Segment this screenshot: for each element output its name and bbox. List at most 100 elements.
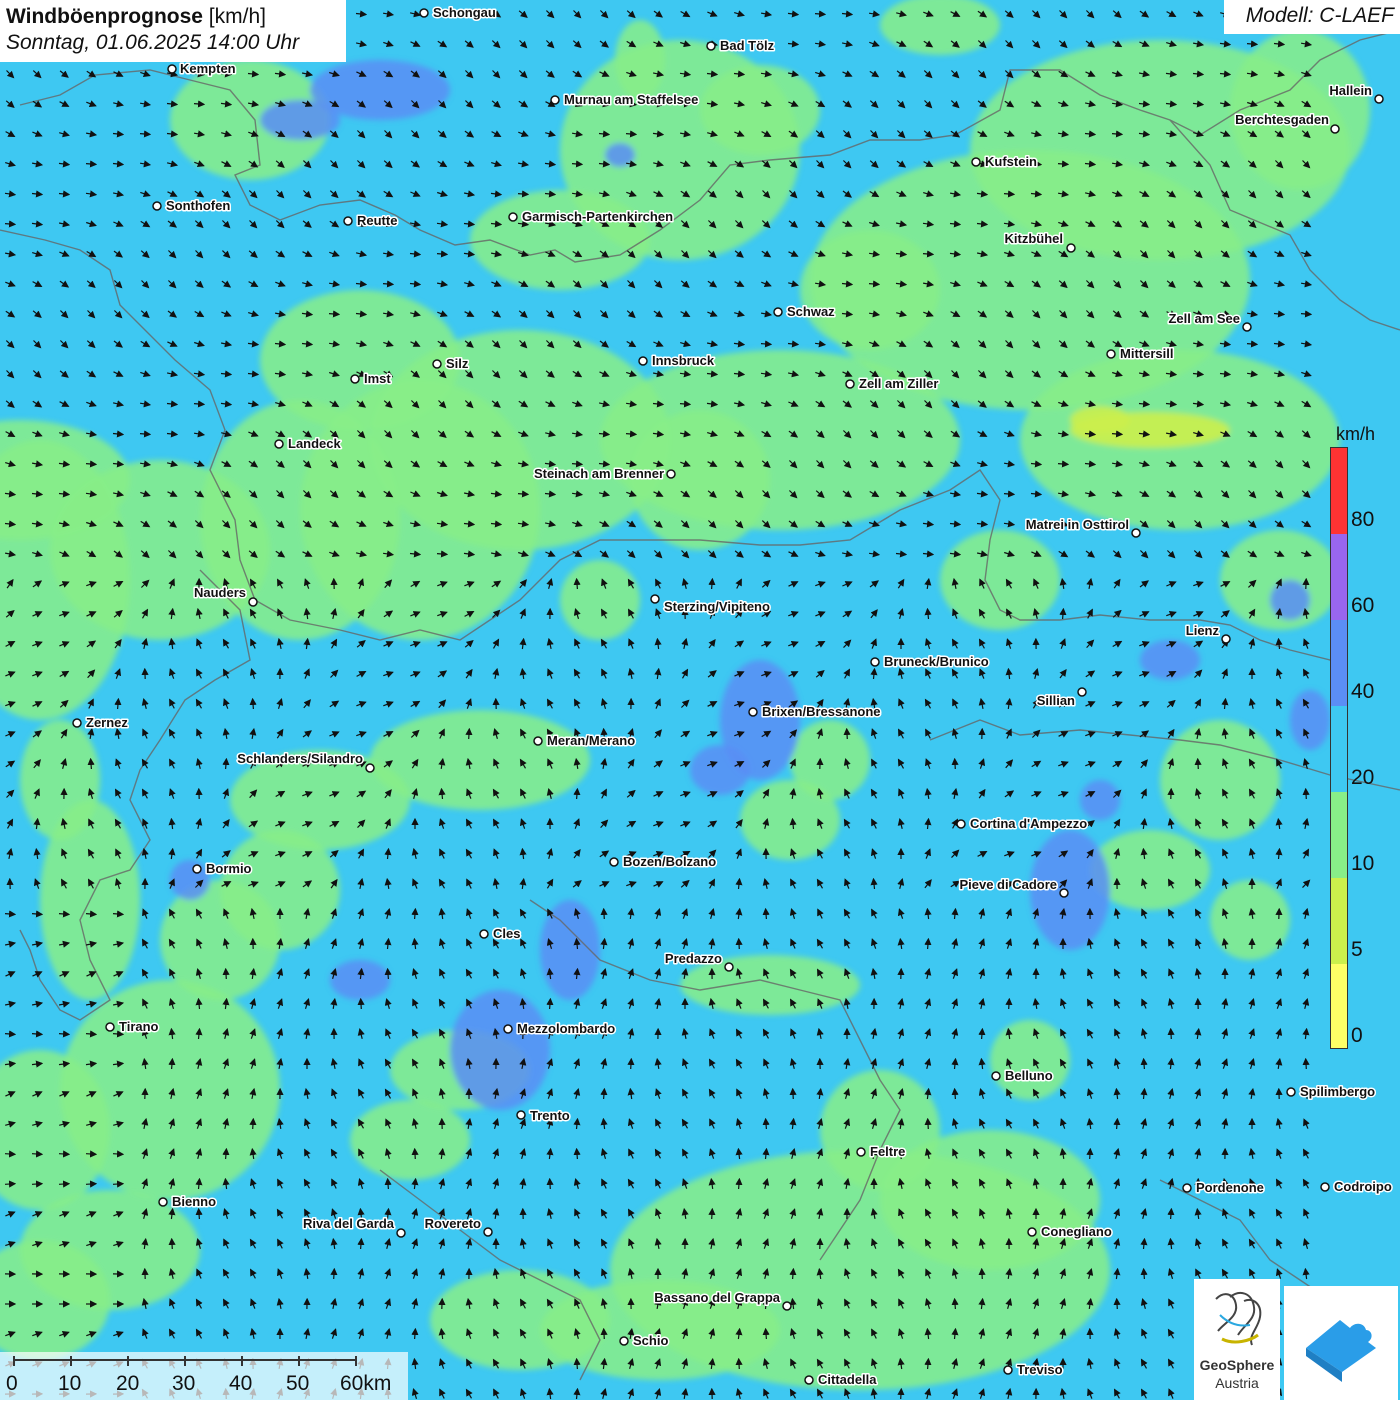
wind-arrow: [5, 224, 15, 225]
city-marker-icon: [480, 930, 488, 938]
wind-arrow: [226, 1149, 227, 1159]
legend-tick: 20: [1351, 766, 1374, 790]
city-bruneck-brunico: Bruneck/Brunico: [871, 654, 989, 669]
city-label: Spilimbergo: [1300, 1084, 1375, 1099]
weather-app-logo[interactable]: [1284, 1286, 1398, 1400]
map-title-unit: [km/h]: [203, 5, 266, 28]
wind-arrow: [604, 1089, 605, 1099]
wind-zone-10-20: [615, 20, 665, 100]
wind-arrow: [32, 1034, 42, 1035]
city-label: Reutte: [357, 213, 397, 228]
city-label: Bienno: [172, 1194, 216, 1209]
wind-arrow: [329, 314, 339, 315]
city-bozen-bolzano: Bozen/Bolzano: [610, 854, 716, 869]
scale-label: 0: [6, 1372, 18, 1396]
wind-arrow: [793, 1269, 794, 1279]
city-label: Schlanders/Silandro: [237, 751, 363, 766]
city-marker-icon: [484, 1228, 492, 1236]
wind-arrow: [194, 404, 204, 405]
wind-arrow: [577, 1149, 578, 1159]
city-marker-icon: [1132, 529, 1140, 537]
wind-arrow: [1058, 164, 1068, 165]
wind-zone-10-20: [820, 1070, 940, 1190]
city-marker-icon: [992, 1072, 1000, 1080]
city-label: Schongau: [433, 5, 496, 20]
wind-arrow: [955, 1089, 956, 1099]
city-marker-icon: [1060, 889, 1068, 897]
city-label: Predazzo: [665, 951, 722, 966]
legend-tick: 80: [1351, 508, 1374, 532]
city-steinach-am-brenner: Steinach am Brenner: [534, 466, 675, 481]
wind-zone-40-60: [1080, 780, 1120, 820]
city-meran-merano: Meran/Merano: [534, 733, 635, 748]
wind-arrow: [59, 914, 69, 915]
city-cortina-d-ampezzo: Cortina d'Ampezzo: [957, 816, 1087, 831]
wind-zone-10-20: [1160, 720, 1280, 840]
city-marker-icon: [433, 360, 441, 368]
city-label: Belluno: [1005, 1068, 1053, 1083]
wind-arrow: [226, 969, 227, 979]
wind-arrow: [194, 104, 204, 105]
wind-arrow: [1301, 314, 1311, 315]
wind-arrow: [361, 1239, 362, 1249]
wind-arrow: [928, 1359, 929, 1369]
legend-seg-60-80: [1331, 534, 1347, 620]
wind-arrow: [626, 134, 636, 135]
wind-arrow: [901, 1389, 902, 1399]
legend-seg-20-40: [1331, 706, 1347, 792]
city-marker-icon: [1067, 244, 1075, 252]
wind-arrow: [1306, 1059, 1307, 1069]
city-label: Hallein: [1329, 83, 1372, 98]
wind-zone-10-20: [350, 1100, 470, 1180]
wind-zone-10-20: [560, 560, 640, 640]
wind-arrow: [577, 1359, 578, 1369]
city-marker-icon: [420, 9, 428, 17]
geosphere-logo[interactable]: GeoSphere Austria: [1194, 1279, 1280, 1400]
city-marker-icon: [366, 764, 374, 772]
forecast-datetime: Sonntag, 01.06.2025 14:00 Uhr: [6, 30, 340, 56]
legend-tick: 60: [1351, 594, 1374, 618]
wind-arrow: [140, 434, 150, 435]
wind-arrow: [550, 999, 551, 1009]
wind-arrow: [739, 1179, 740, 1189]
city-marker-icon: [73, 719, 81, 727]
city-marker-icon: [517, 1111, 525, 1119]
city-marker-icon: [725, 963, 733, 971]
wind-arrow: [59, 1154, 69, 1155]
wind-arrow: [604, 909, 605, 919]
city-marker-icon: [534, 737, 542, 745]
city-marker-icon: [1107, 350, 1115, 358]
city-marker-icon: [639, 357, 647, 365]
city-zell-am-ziller: Zell am Ziller: [846, 376, 938, 391]
weather-app-icon: [1284, 1286, 1398, 1400]
city-label: Matrei in Osttirol: [1026, 517, 1129, 532]
city-pordenone: Pordenone: [1183, 1180, 1264, 1195]
city-label: Murnau am Staffelsee: [564, 92, 698, 107]
wind-arrow: [955, 1299, 956, 1309]
wind-arrow: [518, 194, 528, 195]
wind-arrow: [1004, 194, 1014, 195]
wind-arrow: [1117, 1119, 1118, 1129]
city-label: Treviso: [1017, 1362, 1063, 1377]
wind-arrow: [91, 759, 92, 769]
wind-arrow: [923, 254, 933, 255]
wind-arrow: [199, 1209, 200, 1219]
wind-arrow: [172, 1239, 173, 1249]
city-marker-icon: [344, 217, 352, 225]
city-label: Pordenone: [1196, 1180, 1264, 1195]
city-marker-icon: [1078, 688, 1086, 696]
wind-zone-40-60: [1270, 580, 1310, 620]
city-label: Conegliano: [1041, 1224, 1112, 1239]
wind-zone-10-20: [260, 290, 460, 430]
wind-arrow: [572, 164, 582, 165]
city-label: Zell am Ziller: [859, 376, 938, 391]
city-label: Sterzing/Vipiteno: [664, 599, 770, 614]
wind-arrow: [469, 729, 470, 739]
wind-zone-40-60: [330, 960, 390, 1000]
wind-arrow: [577, 579, 578, 589]
city-marker-icon: [1028, 1228, 1036, 1236]
wind-arrow: [739, 939, 740, 949]
wind-arrow: [761, 344, 771, 345]
legend-seg-5-10: [1331, 878, 1347, 964]
wind-zone-10-20: [1230, 30, 1370, 190]
